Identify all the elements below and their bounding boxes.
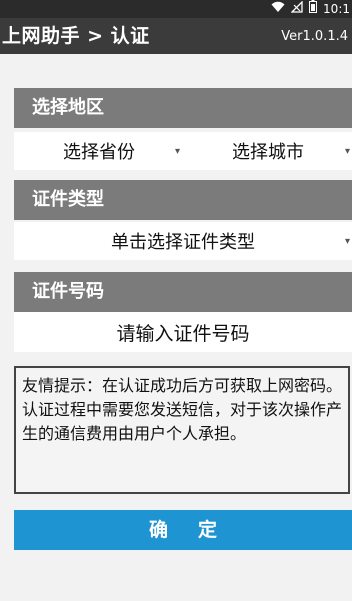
status-bar: 10:1	[0, 0, 352, 18]
id-type-dropdown-icon: ▾	[344, 236, 350, 247]
id-type-row: 单击选择证件类型 ▾	[14, 222, 352, 260]
id-type-select-label: 单击选择证件类型	[111, 232, 255, 253]
status-time: 10:1	[323, 2, 350, 16]
page-title: 上网助手 > 认证	[2, 25, 150, 47]
tip-box: 友情提示：在认证成功后方可获取上网密码。认证过程中需要您发送短信，对于该次操作产…	[14, 366, 350, 494]
province-select-label: 选择省份	[63, 142, 135, 163]
province-dropdown-icon: ▾	[174, 146, 180, 157]
confirm-button[interactable]: 确定	[14, 510, 352, 550]
id-type-select[interactable]: 单击选择证件类型 ▾	[14, 222, 352, 260]
province-select[interactable]: 选择省份 ▾	[14, 132, 184, 170]
city-select-label: 选择城市	[232, 142, 304, 163]
region-section-header: 选择地区	[14, 88, 352, 128]
id-number-input[interactable]: 请输入证件号码	[14, 312, 352, 352]
id-type-section-header: 证件类型	[14, 180, 352, 220]
battery-icon	[309, 0, 318, 18]
city-dropdown-icon: ▾	[344, 146, 350, 157]
version-label: Ver1.0.1.4	[281, 29, 348, 44]
status-icons: 10:1	[271, 0, 352, 18]
wifi-icon	[271, 0, 285, 18]
region-select-row: 选择省份 ▾ 选择城市 ▾	[14, 132, 352, 170]
app-bar: 上网助手 > 认证 Ver1.0.1.4	[0, 18, 352, 54]
signal-icon	[290, 0, 303, 18]
city-select[interactable]: 选择城市 ▾	[184, 132, 352, 170]
id-number-section-header: 证件号码	[14, 272, 352, 312]
id-number-placeholder: 请输入证件号码	[116, 322, 250, 345]
